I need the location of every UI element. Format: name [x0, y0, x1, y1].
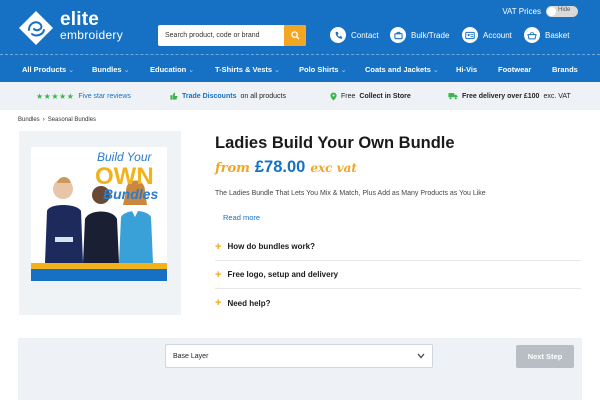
header-link-contact[interactable]: Contact	[330, 26, 379, 44]
basket-icon	[524, 27, 540, 43]
accordion-label: How do bundles work?	[227, 242, 315, 251]
usp-free-delivery[interactable]: Free delivery over £100 exc. VAT	[448, 92, 571, 100]
briefcase-icon	[390, 27, 406, 43]
five-star-link[interactable]: Five star reviews	[78, 93, 131, 100]
nav-label: Hi-Vis	[456, 65, 478, 74]
vat-toggle-label: Hide	[558, 7, 571, 13]
nav-item-polo-shirts[interactable]: Polo Shirts ⌄	[299, 65, 346, 74]
image-text-line3: Bundles	[103, 186, 158, 202]
accordion-free-logo-setup[interactable]: + Free logo, setup and delivery	[215, 261, 581, 289]
nav-item-footwear[interactable]: Footwear	[498, 65, 531, 74]
account-label: Account	[483, 30, 512, 40]
product-image[interactable]: Build Your OWN Bundles	[31, 147, 167, 281]
toggle-knob	[547, 7, 556, 16]
chevron-down-icon: ⌄	[123, 67, 130, 74]
chevron-down-icon: ⌄	[432, 67, 439, 74]
vat-label: VAT Prices	[502, 7, 541, 16]
chevron-down-icon: ⌄	[274, 67, 280, 74]
bulk-trade-label: Bulk/Trade	[411, 30, 450, 40]
search-input[interactable]: Search product, code or brand	[158, 32, 284, 39]
usp-collect-in-store[interactable]: Free Collect in Store	[330, 92, 411, 101]
chevron-down-icon	[417, 353, 425, 359]
header-link-basket[interactable]: Basket	[524, 26, 569, 44]
nav-label: Education	[150, 65, 187, 74]
vat-toggle[interactable]: Hide	[546, 6, 578, 17]
search-box: Search product, code or brand	[158, 25, 306, 46]
breadcrumb-separator: ›	[42, 117, 45, 123]
nav-item-coats-jackets[interactable]: Coats and Jackets ⌄	[365, 65, 439, 74]
price-from: from	[215, 161, 250, 176]
phone-icon	[330, 27, 346, 43]
nav-item-education[interactable]: Education ⌄	[150, 65, 194, 74]
search-button[interactable]	[284, 25, 306, 46]
vat-prices-control: VAT Prices Hide	[502, 6, 578, 17]
nav-label: T-Shirts & Vests	[215, 65, 273, 74]
accordion-label: Free logo, setup and delivery	[227, 270, 339, 279]
product-description: The Ladies Bundle That Lets You Mix & Ma…	[215, 190, 486, 197]
header-link-account[interactable]: Account	[462, 26, 512, 44]
image-text-line1: Build Your	[97, 150, 152, 164]
product-price: from £78.00 exc vat	[215, 158, 357, 177]
delivery-truck-icon	[448, 93, 458, 100]
plus-icon: +	[215, 297, 222, 309]
nav-item-brands[interactable]: Brands	[552, 65, 578, 74]
trade-discounts-link[interactable]: Trade Discounts	[182, 93, 236, 100]
chevron-down-icon: ⌄	[340, 67, 347, 74]
site-header: elite embroidery VAT Prices Hide Search …	[0, 0, 600, 56]
usp-bar: ★★★★★ Five star reviews Trade Discounts …	[0, 82, 600, 110]
nav-label: Coats and Jackets	[365, 65, 431, 74]
logo-wordmark[interactable]: elite embroidery	[60, 9, 124, 42]
header-link-bulk-trade[interactable]: Bulk/Trade	[390, 26, 449, 44]
usp-trade-discounts[interactable]: Trade Discounts on all products	[170, 92, 286, 100]
accordion-label: Need help?	[227, 298, 271, 308]
elite-logo-icon[interactable]	[18, 10, 54, 46]
nav-label: Bundles	[92, 65, 122, 74]
price-exvat: exc vat	[310, 161, 357, 175]
nav-label: Footwear	[498, 65, 532, 74]
nav-label: All Products	[22, 65, 67, 74]
logo-line1: elite	[60, 9, 100, 30]
read-more-link[interactable]: Read more	[223, 213, 260, 222]
bundle-step-select[interactable]: Base Layer	[165, 344, 433, 368]
select-value: Base Layer	[173, 352, 209, 360]
free-delivery-text: Free delivery over £100	[462, 92, 540, 100]
breadcrumb: Bundles › Seasonal Bundles	[18, 117, 96, 123]
free-delivery-suffix: exc. VAT	[543, 92, 571, 100]
nav-label: Polo Shirts	[299, 65, 339, 74]
collect-in-store-text: Collect in Store	[359, 93, 411, 100]
breadcrumb-item-bundles[interactable]: Bundles	[18, 117, 40, 123]
plus-icon: +	[215, 268, 222, 281]
basket-label: Basket	[545, 30, 570, 40]
accordion-need-help[interactable]: + Need help?	[215, 289, 581, 317]
bundle-photo-illustration: Build Your OWN Bundles	[31, 147, 167, 281]
usp-five-star[interactable]: ★★★★★ Five star reviews	[36, 92, 131, 101]
main-navigation: All Products ⌄ Bundles ⌄ Education ⌄ T-Shir…	[0, 56, 600, 82]
nav-item-hi-vis[interactable]: Hi-Vis	[456, 65, 477, 74]
accordion-how-bundles-work[interactable]: + How do bundles work?	[215, 233, 581, 261]
nav-label: Brands	[552, 65, 578, 74]
nav-item-bundles[interactable]: Bundles ⌄	[92, 65, 129, 74]
logo-line2: embroidery	[60, 28, 124, 42]
next-step-button[interactable]: Next Step	[516, 345, 574, 368]
star-rating-icon: ★★★★★	[36, 92, 75, 101]
search-icon	[290, 31, 300, 40]
plus-icon: +	[215, 240, 222, 253]
price-amount: £78.00	[254, 158, 306, 176]
contact-label: Contact	[351, 30, 379, 40]
nav-item-all-products[interactable]: All Products ⌄	[22, 65, 74, 74]
breadcrumb-item-seasonal-bundles[interactable]: Seasonal Bundles	[48, 117, 96, 123]
thumbs-up-icon	[170, 92, 178, 100]
product-image-panel: Build Your OWN Bundles	[19, 131, 181, 315]
nav-item-t-shirts-vests[interactable]: T-Shirts & Vests ⌄	[215, 65, 280, 74]
map-pin-icon	[330, 92, 337, 101]
trade-discounts-text: on all products	[240, 92, 286, 100]
product-title: Ladies Build Your Own Bundle	[215, 134, 455, 152]
collect-pre: Free	[341, 93, 356, 100]
user-card-icon	[462, 27, 478, 43]
chevron-down-icon: ⌄	[188, 67, 195, 74]
chevron-down-icon: ⌄	[68, 67, 75, 74]
